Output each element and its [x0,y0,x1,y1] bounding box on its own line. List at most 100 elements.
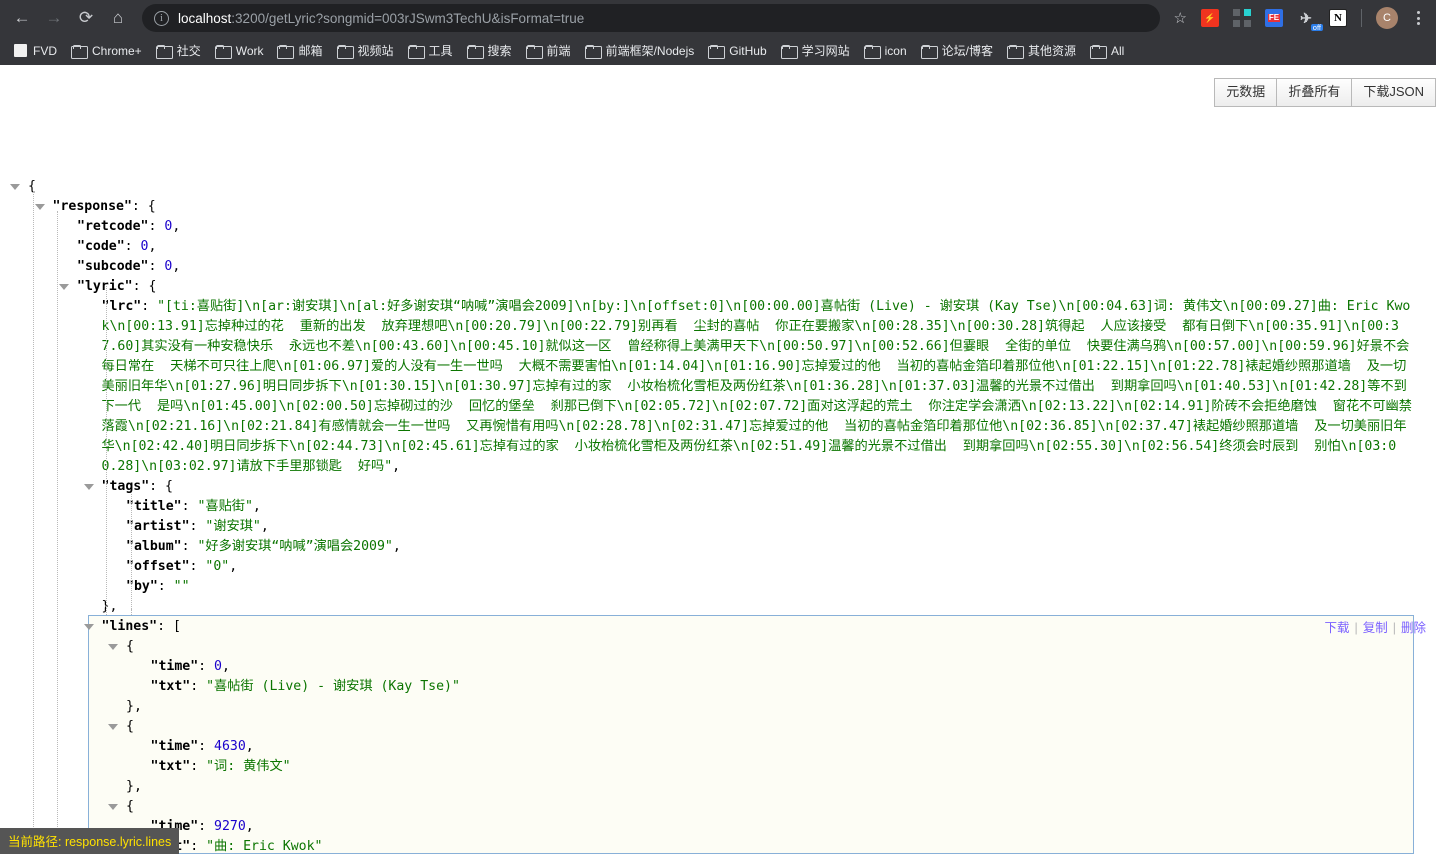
json-row-response: "response": { [0,197,1436,217]
folder-icon [214,44,232,59]
collapse-arrow-icon[interactable] [34,204,45,210]
proxy-switchy-extension-icon[interactable]: ✈ off [1297,9,1323,31]
bookmark-label: 社交 [176,44,201,58]
collapse-arrow-icon[interactable] [83,484,94,490]
bookmark-item[interactable]: 学习网站 [775,39,858,62]
delete-link[interactable]: 删除 [1401,621,1426,635]
folder-icon [336,44,354,59]
folder-icon [155,44,173,59]
url-text: localhost:3200/getLyric?songmid=003rJSwm… [178,11,584,26]
bookmark-item[interactable]: 前端 [520,39,579,62]
notion-extension-icon[interactable]: N [1329,9,1347,27]
lines-action-links: 下载 | 复制 | 删除 [1324,617,1426,636]
json-row-lines: "lines": [ [0,617,1436,637]
bookmark-item[interactable]: 论坛/博客 [915,39,1001,62]
bookmark-label: 前端框架/Nodejs [605,44,695,58]
collapse-arrow-icon[interactable] [59,284,69,290]
json-viewer: 元数据 折叠所有 下载JSON {"response": {"retcode":… [0,65,1436,854]
json-row-line-txt: "txt": "喜帖街 (Live) - 谢安琪 (Kay Tse)" [150,679,460,694]
bookmark-label: 视频站 [357,44,394,58]
folder-icon [525,44,543,59]
forward-icon[interactable]: → [40,4,68,32]
back-icon[interactable]: ← [8,4,36,32]
off-badge: off [1310,22,1323,32]
bookmark-item[interactable]: Work [209,41,272,61]
folder-icon [277,44,295,59]
json-row-title: "title": "喜贴街", [126,499,261,514]
bookmark-label: Work [235,43,264,58]
collapse-arrow-icon[interactable] [108,724,118,730]
json-row-tags: "tags": { [0,477,1436,497]
json-row-line-close: }, [126,779,142,794]
bookmark-label: Chrome+ [92,43,142,58]
folder-icon [1007,44,1024,59]
download-json-button[interactable]: 下载JSON [1351,78,1436,107]
collapse-arrow-icon[interactable] [108,804,118,810]
home-icon[interactable]: ⌂ [104,4,132,32]
bookmark-item[interactable]: 社交 [150,39,209,62]
bookmark-item[interactable]: 工具 [402,39,461,62]
json-row-lrc: "lrc": "[ti:喜贴街]\n[ar:谢安琪]\n[al:好多谢安琪“呐喊… [101,299,1412,474]
folder-icon [71,44,88,59]
avatar[interactable]: C [1376,7,1398,29]
json-row-line-open: { [0,637,1436,657]
json-row-offset: "offset": "0", [126,559,238,574]
json-row-lyric: "lyric": { [0,277,1436,297]
json-root-row: { [0,177,1436,197]
bookmark-label: 学习网站 [801,44,850,58]
folder-icon [780,44,798,59]
url-path: :3200/getLyric?songmid=003rJSwm3TechU&is… [231,10,585,26]
fe-extension-icon[interactable]: FE [1265,9,1283,27]
collapse-arrow-icon[interactable] [108,644,118,650]
collapse-arrow-icon[interactable] [10,184,20,190]
vpn-extension-icon[interactable]: ⚡ [1201,9,1219,27]
bookmark-star-icon[interactable]: ☆ [1174,9,1187,27]
reload-icon[interactable]: ⟳ [72,4,100,32]
grid-extension-icon[interactable] [1233,9,1251,27]
bookmark-item[interactable]: 前端框架/Nodejs [579,39,703,62]
folder-icon [584,44,602,59]
folder-icon [1090,44,1108,59]
bookmark-label: GitHub [729,43,767,58]
bookmark-label: All [1111,43,1125,58]
bookmark-item[interactable]: FVD [8,41,65,61]
bookmark-item[interactable]: GitHub [702,41,774,61]
bookmark-label: 前端 [546,44,571,58]
bookmark-item[interactable]: All [1084,41,1132,61]
site-info-icon[interactable]: i [154,10,169,26]
json-row-line-time: "time": 0, [150,659,230,674]
collapse-arrow-icon[interactable] [83,624,94,630]
collapse-all-button[interactable]: 折叠所有 [1276,78,1352,107]
bookmark-item[interactable]: 邮箱 [271,39,330,62]
chrome-menu-icon[interactable] [1410,11,1426,25]
bookmark-label: 搜索 [487,44,512,58]
json-toolbar: 元数据 折叠所有 下载JSON [1214,78,1436,107]
bookmark-label: FVD [33,43,57,58]
folder-icon [407,44,425,59]
json-row-retcode: "retcode": 0, [77,219,181,234]
metadata-button[interactable]: 元数据 [1214,78,1277,107]
toolbar-divider [1361,9,1362,27]
status-bar-current-path: 当前路径: response.lyric.lines [0,828,180,854]
address-bar[interactable]: i localhost:3200/getLyric?songmid=003rJS… [142,4,1160,32]
download-link[interactable]: 下载 [1324,621,1349,635]
bookmark-item[interactable]: icon [858,41,915,61]
bookmark-label: 其他资源 [1028,44,1077,58]
json-row-line-open: { [0,717,1436,737]
bookmark-label: 工具 [428,44,453,58]
json-row-line-time: "time": 9270, [150,819,254,834]
toolbar-right-actions: ☆ ⚡ FE ✈ off N C [1166,7,1428,31]
bookmarks-bar: FVD Chrome+ 社交 Work 邮箱 视频站 工具 搜索 前端 前端框架/Nodejs Gi… [0,36,1436,65]
json-row-line-open: { [0,797,1436,817]
json-tree: {"response": {"retcode": 0, "code": 0, "su… [0,177,1436,854]
bookmark-item[interactable]: Chrome+ [65,41,150,61]
bookmark-item[interactable]: 搜索 [461,39,520,62]
json-row-line-txt: "txt": "词: 黄伟文" [150,759,291,774]
copy-link[interactable]: 复制 [1363,621,1388,635]
bookmark-item[interactable]: 视频站 [331,39,402,62]
bookmark-item[interactable]: 其他资源 [1001,39,1084,62]
bookmark-label: icon [884,43,907,58]
browser-chrome: ← → ⟳ ⌂ i localhost:3200/getLyric?songmi… [0,0,1436,65]
json-row-line-time: "time": 4630, [150,739,254,754]
json-row-subcode: "subcode": 0, [77,259,181,274]
